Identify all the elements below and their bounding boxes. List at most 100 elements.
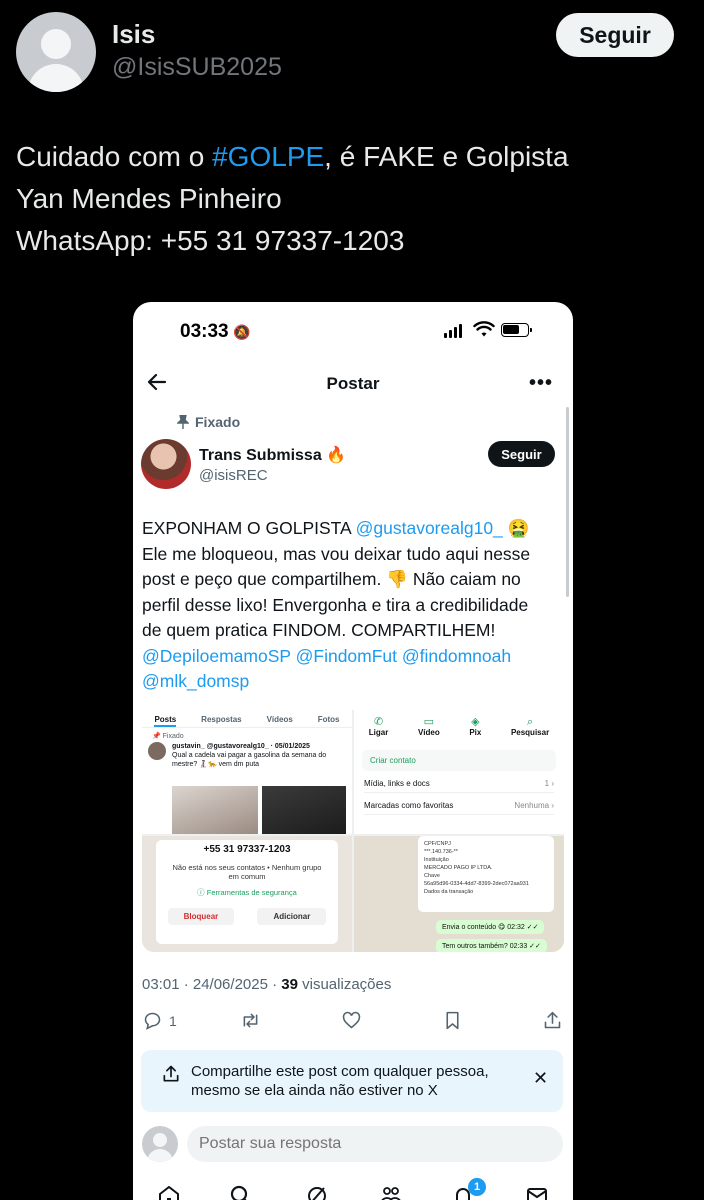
share-icon: [163, 1065, 179, 1082]
status-time: 03:33: [180, 321, 229, 342]
embedded-screenshot[interactable]: 03:33 🔕 Postar ••• Fixado Trans Submissa…: [133, 302, 573, 1200]
reply-count: 1: [169, 1012, 177, 1029]
media-tweet: gustavin_ @gustavorealg10_ · 05/01/2025 Q…: [148, 742, 348, 769]
wa-fav-row: Marcadas como favoritas Nenhuma ›: [364, 797, 554, 815]
reply-avatar: [142, 1126, 178, 1162]
like-button[interactable]: [341, 1010, 362, 1031]
contact-card: +55 31 97337-1203 Não está nos seus cont…: [156, 840, 338, 944]
wifi-icon: [473, 321, 495, 337]
mention-link[interactable]: @gustavorealg10_: [356, 518, 503, 538]
author-avatar[interactable]: [16, 12, 96, 92]
views-count: 39: [281, 976, 298, 993]
search-icon[interactable]: [229, 1184, 253, 1200]
inner-text-line: de quem pratica FINDOM. COMPARTILHEM!: [142, 620, 496, 640]
inner-author-avatar[interactable]: [141, 439, 191, 489]
chat-bubble: Tem outros também? 02:33 ✓✓: [436, 939, 547, 952]
media-tabs: Posts Respostas Vídeos Fotos: [142, 710, 352, 728]
tweet-text: Cuidado com o #GOLPE, é FAKE e Golpista …: [16, 136, 696, 262]
mention-links[interactable]: @DepiloemamoSP @FindomFut @findomnoah: [142, 644, 567, 670]
tweet-meta: 03:01 · 24/06/2025 · 39 visualizações: [142, 976, 391, 993]
bookmark-button[interactable]: [442, 1010, 463, 1031]
tweet-text-line: WhatsApp: +55 31 97337-1203: [16, 225, 405, 256]
battery-icon: [501, 323, 532, 337]
inner-follow-button[interactable]: Seguir: [488, 441, 555, 467]
inner-tweet-text: EXPONHAM O GOLPISTA @gustavorealg10_ 🤮 E…: [142, 516, 567, 695]
communities-icon[interactable]: [379, 1184, 403, 1200]
media-image-pix-chat[interactable]: CPF/CNPJ ***.140.736-** Instituição MERC…: [354, 836, 564, 952]
inner-text-part: EXPONHAM O GOLPISTA: [142, 518, 356, 538]
wa-action: ✆ Ligar: [368, 716, 389, 737]
inner-text-part: 🤮: [502, 518, 530, 538]
messages-icon[interactable]: [525, 1184, 549, 1200]
tweet-timestamp[interactable]: 03:01 · 24/06/2025 ·: [142, 976, 281, 993]
pinned-label: Fixado: [195, 414, 241, 430]
media-tab: Fotos: [317, 715, 340, 724]
tweet-actions: 1: [142, 1010, 566, 1034]
inner-text-line: Ele me bloqueou, mas vou deixar tudo aqu…: [142, 543, 531, 564]
bottom-tab-bar: [133, 1178, 573, 1200]
media-avatar: [148, 742, 166, 760]
tweet-text-line: Yan Mendes Pinheiro: [16, 183, 282, 214]
pin-icon: [177, 415, 189, 429]
share-icon: [544, 1011, 561, 1029]
wa-action: ⌕ Pesquisar: [510, 716, 550, 737]
media-image-contact-card[interactable]: +55 31 97337-1203 Não está nos seus cont…: [142, 836, 352, 952]
media-image-profile[interactable]: Posts Respostas Vídeos Fotos 📌 Fixado gu…: [142, 710, 352, 834]
author-name[interactable]: Isis: [112, 19, 155, 50]
repost-button[interactable]: [240, 1010, 261, 1031]
wa-create-contact: Criar contato: [362, 750, 556, 771]
signal-icon: [444, 324, 462, 338]
media-tab: Posts: [154, 715, 177, 727]
media-image-whatsapp-contact[interactable]: ✆ Ligar ▭ Vídeo ◈ Pix ⌕ Pesquisar Criar cont…: [354, 710, 564, 834]
contact-number: +55 31 97337-1203: [203, 844, 291, 855]
media-grid[interactable]: Posts Respostas Vídeos Fotos 📌 Fixado gu…: [142, 710, 564, 952]
pix-receipt: CPF/CNPJ ***.140.736-** Instituição MERC…: [418, 836, 554, 912]
share-prompt[interactable]: Compartilhe este post com qualquer pesso…: [141, 1050, 563, 1112]
media-photo: [262, 786, 346, 834]
wa-media-row: Mídia, links e docs 1 ›: [364, 775, 554, 793]
contact-info: Não está nos seus contatos • Nenhum grup…: [172, 863, 322, 881]
tweet-text-part: Cuidado com o: [16, 141, 213, 172]
media-tweet-head: gustavin_ @gustavorealg10_ · 05/01/2025: [172, 743, 310, 750]
share-prompt-line: Compartilhe este post com qualquer pesso…: [191, 1063, 489, 1080]
hashtag-link[interactable]: #GOLPE: [212, 141, 324, 172]
share-button[interactable]: [542, 1010, 563, 1031]
pinned-indicator: Fixado: [177, 414, 240, 430]
chat-bubble: Envia o conteúdo 😋 02:32 ✓✓: [436, 920, 545, 934]
author-handle[interactable]: @IsisSUB2025: [112, 53, 282, 82]
like-icon: [342, 1011, 361, 1029]
wa-action: ▭ Vídeo: [417, 716, 440, 737]
home-icon[interactable]: [157, 1184, 181, 1200]
mention-link[interactable]: @mlk_domsp: [142, 669, 567, 695]
contact-add: Adicionar: [257, 908, 327, 925]
close-icon[interactable]: ✕: [533, 1068, 548, 1089]
page-title: Postar: [326, 374, 380, 393]
repost-icon: [243, 1013, 258, 1028]
share-prompt-text: Compartilhe este post com qualquer pesso…: [191, 1062, 489, 1100]
inner-author-handle[interactable]: @isisREC: [199, 467, 268, 484]
contact-block: Bloquear: [167, 908, 235, 925]
scrollbar[interactable]: [566, 407, 569, 597]
inner-author-name[interactable]: Trans Submissa 🔥: [199, 445, 346, 465]
inner-text-line: perfil desse lixo! Envergonha e tira a c…: [142, 594, 529, 615]
share-prompt-line: mesmo se ela ainda não estiver no X: [191, 1082, 438, 1099]
bell-muted-icon: 🔕: [233, 324, 251, 340]
more-icon[interactable]: •••: [529, 372, 553, 395]
follow-button[interactable]: Seguir: [556, 13, 674, 57]
views-label: visualizações: [297, 976, 392, 993]
reply-icon: [144, 1012, 161, 1030]
tweet-text-part: , é FAKE e Golpista: [324, 141, 569, 172]
media-tweet-body: Qual a cadela vai pagar a gasolina da se…: [172, 752, 327, 768]
contact-security: ⓘ Ferramentas de segurança: [197, 888, 297, 897]
wa-actions: ✆ Ligar ▭ Vídeo ◈ Pix ⌕ Pesquisar: [354, 710, 564, 750]
inner-text-line: post e peço que compartilhem. 👎 Não caia…: [142, 569, 521, 589]
media-photo: [172, 786, 258, 834]
reply-input[interactable]: [187, 1126, 563, 1162]
media-tab: Vídeos: [266, 715, 293, 724]
grok-icon[interactable]: [305, 1184, 329, 1200]
reply-button[interactable]: 1: [142, 1010, 177, 1031]
bookmark-icon: [446, 1011, 459, 1030]
media-tab: Respostas: [201, 715, 242, 724]
media-pinned: 📌 Fixado: [152, 733, 184, 740]
notification-badge: 1: [468, 1178, 486, 1196]
